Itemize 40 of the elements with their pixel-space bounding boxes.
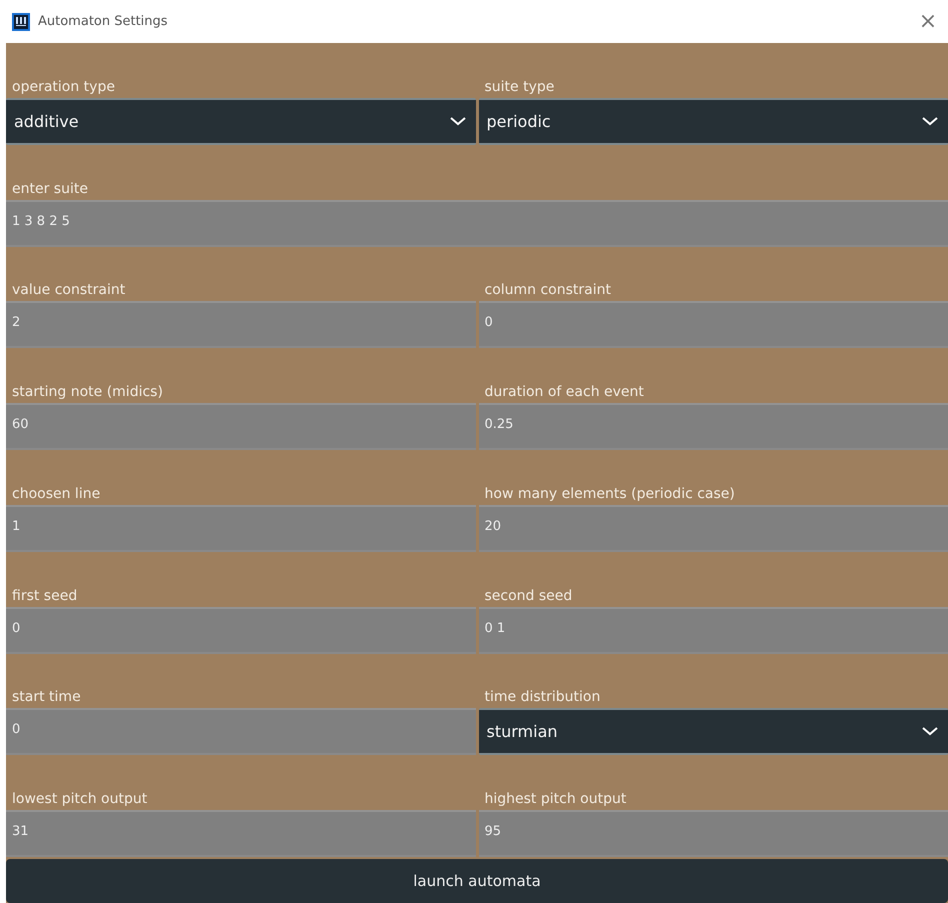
field-label: enter suite — [11, 180, 89, 199]
field-label: starting note (midics) — [11, 383, 164, 402]
field-label: second seed — [484, 586, 574, 606]
app-icon — [12, 12, 30, 30]
field-label: duration of each event — [484, 383, 645, 402]
input-field[interactable]: 1 3 8 2 5 — [6, 200, 948, 247]
launch-button[interactable]: launch automata — [6, 859, 948, 903]
field-label: suite type — [484, 78, 556, 97]
dropdown[interactable]: sturmian — [478, 708, 948, 756]
input-field[interactable]: 0 — [6, 606, 476, 654]
dropdown-value: periodic — [486, 112, 552, 131]
input-field[interactable]: 0 1 — [478, 606, 948, 654]
field-label: value constraint — [11, 281, 126, 300]
field-label: first seed — [11, 586, 78, 606]
chevron-icon — [922, 116, 938, 126]
chevron-icon — [450, 116, 466, 126]
close-button[interactable]: × — [908, 2, 948, 42]
field-label: lowest pitch output — [11, 790, 148, 810]
input-field[interactable]: 95 — [478, 810, 948, 858]
input-field[interactable]: 1 — [6, 504, 476, 552]
input-field[interactable]: 2 — [6, 301, 476, 348]
chevron-icon — [922, 727, 938, 736]
field-label: highest pitch output — [484, 790, 628, 810]
field-label: time distribution — [484, 688, 602, 708]
input-field[interactable]: 0.25 — [478, 403, 948, 450]
field-label: choosen line — [11, 484, 102, 504]
field-label: column constraint — [484, 281, 612, 300]
field-label: start time — [11, 688, 82, 708]
dropdown-value: additive — [14, 112, 80, 131]
input-field[interactable]: 31 — [6, 810, 476, 858]
input-field[interactable]: 60 — [6, 403, 476, 450]
dropdown[interactable]: additive — [6, 98, 476, 145]
window-title: Automaton Settings — [38, 14, 169, 29]
input-field[interactable]: 0 — [478, 301, 948, 348]
input-field[interactable]: 0 — [6, 708, 476, 756]
field-label: how many elements (periodic case) — [484, 484, 736, 504]
field-label: operation type — [11, 78, 116, 97]
dropdown[interactable]: periodic — [478, 98, 948, 145]
dropdown-value: sturmian — [486, 722, 559, 742]
input-field[interactable]: 20 — [478, 504, 948, 552]
